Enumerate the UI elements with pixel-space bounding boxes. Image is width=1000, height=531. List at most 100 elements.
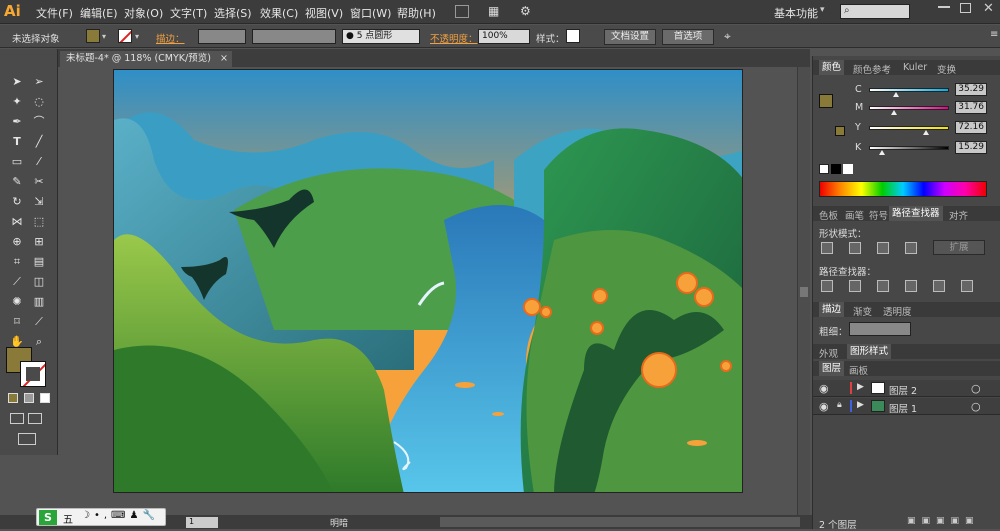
menu-view[interactable]: 视图(V) [305,5,343,21]
line-tool-icon[interactable]: ╱ [32,135,46,149]
tab-kuler[interactable]: Kuler [903,62,927,73]
align-options-icon[interactable]: ⌖ [724,29,731,44]
opacity-label[interactable]: 不透明度： [430,31,478,45]
none-mode-icon[interactable] [40,393,50,403]
draw-behind-icon[interactable] [28,413,42,424]
target-icon[interactable]: ○ [971,400,981,413]
variable-width-profile[interactable] [252,29,336,44]
lasso-icon[interactable]: ◌ [32,95,46,109]
scissors-icon[interactable]: ✂ [32,175,46,189]
layer-row[interactable]: ◉ 🔒︎ ▶ 图层 1 ○ [813,398,1000,415]
draw-mode-icon[interactable] [10,413,24,424]
column-graph-icon[interactable]: ▥ [32,295,46,309]
tab-graphic-styles[interactable]: 图形样式 [847,344,892,359]
tab-transparency[interactable]: 透明度 [883,304,912,318]
fill-swatch[interactable] [86,29,100,43]
expand-button[interactable]: 扩展 [933,240,985,255]
close-icon[interactable]: × [220,51,228,66]
eye-icon[interactable]: ◉ [819,400,829,413]
minimize-button[interactable] [938,6,950,8]
rotate-tool-icon[interactable]: ↻ [10,195,24,209]
shape-builder-icon[interactable]: ⊕ [10,235,24,249]
black-slider-knob[interactable] [879,150,885,155]
chevron-down-icon[interactable]: ▾ [102,32,106,41]
tab-brushes[interactable]: 画笔 [845,208,864,222]
pencil-icon[interactable]: ✎ [10,175,24,189]
search-input[interactable]: ⌕ [840,4,910,19]
tab-stroke[interactable]: 描边 [819,302,845,317]
workspace-switcher[interactable]: 基本功能 [774,5,818,21]
panel-menu-icon[interactable]: ≡ [990,29,998,40]
tab-color[interactable]: 颜色 [819,60,845,75]
menu-object[interactable]: 对象(O) [124,5,163,21]
target-icon[interactable]: ○ [971,382,981,395]
scale-tool-icon[interactable]: ⇲ [32,195,46,209]
tab-pathfinder[interactable]: 路径查找器 [889,206,943,221]
stroke-weight-input[interactable] [849,322,911,336]
yellow-slider-knob[interactable] [923,130,929,135]
brush-definition[interactable]: ● 5 点圆形 [342,29,420,44]
vertical-scrollbar[interactable] [797,67,810,515]
magenta-slider-knob[interactable] [891,110,897,115]
white-swatch[interactable] [843,164,853,174]
ime-options-icon[interactable]: ☽•,⌨♟🔧 [81,510,159,521]
stroke-swatch[interactable] [118,29,132,43]
unite-icon[interactable] [821,242,833,254]
black-swatch[interactable] [831,164,841,174]
paintbrush-icon[interactable]: ⁄ [32,155,46,169]
intersect-icon[interactable] [877,242,889,254]
stroke-weight-field[interactable] [198,29,246,44]
curvature-tool-icon[interactable]: ⌒ [32,115,46,129]
color-mode-icon[interactable] [8,393,18,403]
pen-tool-icon[interactable]: ✒ [10,115,24,129]
black-value[interactable]: 15.29 [955,141,987,154]
direct-selection-tool-icon[interactable]: ➢ [32,75,46,89]
menu-effect[interactable]: 效果(C) [260,5,298,21]
crop-icon[interactable] [905,280,917,292]
horizontal-scrollbar[interactable] [440,517,800,527]
menu-edit[interactable]: 编辑(E) [80,5,118,21]
none-swatch[interactable] [819,164,829,174]
symbol-sprayer-icon[interactable]: ✺ [10,295,24,309]
artboard-illustration[interactable] [113,69,743,493]
free-transform-icon[interactable]: ⬚ [32,215,46,229]
expand-arrow-icon[interactable]: ▶ [857,400,864,410]
cyan-value[interactable]: 35.29 [955,83,987,96]
magic-wand-icon[interactable]: ✦ [10,95,24,109]
yellow-slider[interactable] [869,126,949,130]
layer-row[interactable]: ◉ ▶ 图层 2 ○ [813,380,1000,397]
minus-back-icon[interactable] [961,280,973,292]
trim-icon[interactable] [849,280,861,292]
eye-icon[interactable]: ◉ [819,382,829,395]
exclude-icon[interactable] [905,242,917,254]
tab-align[interactable]: 对齐 [949,208,968,222]
screen-mode-icon[interactable] [18,433,36,445]
cyan-slider-knob[interactable] [893,92,899,97]
magenta-slider[interactable] [869,106,949,110]
arrange-documents-icon[interactable]: ▦ [488,4,504,19]
blend-tool-icon[interactable]: ◫ [32,275,46,289]
artboard-tool-icon[interactable]: ⌑ [10,315,24,329]
selection-tool-icon[interactable]: ➤ [10,75,24,89]
tab-artboards[interactable]: 画板 [849,363,868,377]
type-tool-icon[interactable]: T [10,135,24,149]
minus-front-icon[interactable] [849,242,861,254]
layer-name[interactable]: 图层 2 [889,383,917,397]
stroke-color-box[interactable] [20,361,46,387]
magenta-value[interactable]: 31.76 [955,101,987,114]
panel-fill-swatch[interactable] [819,94,833,108]
document-tab[interactable]: 未标题-4* @ 118% (CMYK/预览) × [60,51,232,67]
tab-layers[interactable]: 图层 [819,361,845,376]
expand-arrow-icon[interactable]: ▶ [857,382,864,392]
slice-tool-icon[interactable]: ⟋ [32,315,46,329]
divide-icon[interactable] [821,280,833,292]
panel-stroke-swatch[interactable] [835,126,845,136]
document-setup-button[interactable]: 文档设置 [604,29,656,45]
yellow-value[interactable]: 72.16 [955,121,987,134]
ime-mode[interactable]: 五 [63,511,73,526]
maximize-button[interactable] [960,3,971,13]
menu-select[interactable]: 选择(S) [214,5,252,21]
chevron-down-icon[interactable]: ▾ [135,32,139,41]
cyan-slider[interactable] [869,88,949,92]
eyedropper-icon[interactable]: ⟋ [10,275,24,289]
